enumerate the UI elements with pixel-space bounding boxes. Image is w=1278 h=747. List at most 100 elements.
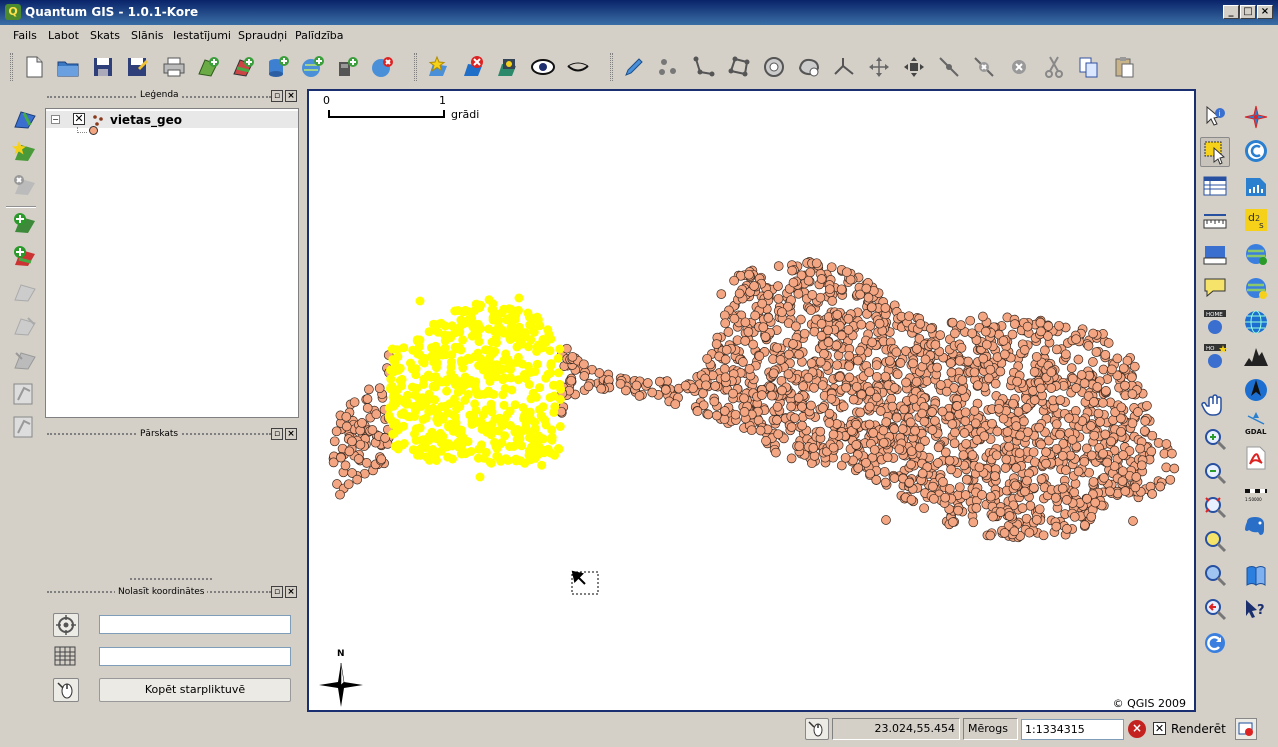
layer-tool-disabled-3-icon[interactable] xyxy=(10,346,38,374)
georeferencer-icon[interactable] xyxy=(1242,274,1270,302)
cut-features-icon[interactable] xyxy=(1041,54,1067,80)
attribute-table-icon[interactable] xyxy=(1201,172,1229,200)
menu-slanis[interactable]: Slānis xyxy=(131,29,164,42)
menu-iestatijumi[interactable]: Iestatījumi xyxy=(173,29,231,42)
gps-import-icon[interactable] xyxy=(1242,172,1270,200)
map-tips-icon[interactable] xyxy=(1201,274,1229,302)
layer-visibility-checkbox[interactable]: ✕ xyxy=(73,113,85,125)
zoom-to-selection-icon[interactable] xyxy=(1201,527,1229,555)
menu-fails[interactable]: Fails xyxy=(13,29,37,42)
refresh-icon[interactable] xyxy=(1201,629,1229,657)
layer-tool-disabled-5-icon[interactable] xyxy=(10,413,38,441)
menu-skats[interactable]: Skats xyxy=(90,29,120,42)
move-feature-icon[interactable] xyxy=(866,54,892,80)
select-features-icon[interactable] xyxy=(1200,137,1230,167)
dock-float-icon[interactable]: ▫ xyxy=(271,586,283,598)
add-wms-layer-icon[interactable] xyxy=(299,54,325,80)
add-wfs-icon[interactable] xyxy=(10,138,38,166)
save-project-icon[interactable] xyxy=(90,54,116,80)
stop-render-icon[interactable]: × xyxy=(1128,720,1146,738)
whats-this-help-icon[interactable]: ? xyxy=(1242,596,1270,624)
coordinate-capture-icon[interactable] xyxy=(1242,103,1270,131)
dock-close-icon[interactable]: × xyxy=(285,428,297,440)
collapse-toggle-icon[interactable]: − xyxy=(51,115,60,124)
dock-close-icon[interactable]: × xyxy=(285,90,297,102)
dock-float-icon[interactable]: ▫ xyxy=(271,90,283,102)
open-project-icon[interactable] xyxy=(55,54,81,80)
print-icon[interactable] xyxy=(161,54,187,80)
delete-selected-icon[interactable] xyxy=(1006,54,1032,80)
copyright-label-plugin-icon[interactable] xyxy=(1242,137,1270,165)
add-raster-red-icon[interactable] xyxy=(10,243,38,271)
copy-features-icon[interactable] xyxy=(1076,54,1102,80)
scale-input[interactable]: 1:1334315 xyxy=(1021,719,1124,740)
add-vertex-icon[interactable] xyxy=(936,54,962,80)
copy-to-clipboard-button[interactable]: Kopēt starpliktuvē xyxy=(99,678,291,702)
add-vector-icon[interactable] xyxy=(10,105,38,133)
dock-float-icon[interactable]: ▫ xyxy=(271,428,283,440)
remove-layer-disabled-icon[interactable] xyxy=(10,172,38,200)
new-project-icon[interactable] xyxy=(21,54,47,80)
globe-icon[interactable] xyxy=(1242,308,1270,336)
north-arrow-plugin-icon[interactable] xyxy=(1242,376,1270,404)
map-canvas[interactable]: 0 1 grādi N © QGIS 2009 xyxy=(307,89,1196,712)
menu-palidziba[interactable]: Palīdzība xyxy=(295,29,344,42)
paste-features-icon[interactable] xyxy=(1111,54,1137,80)
add-ring-icon[interactable] xyxy=(761,54,787,80)
capture-coord-button[interactable] xyxy=(53,613,79,637)
close-button[interactable]: × xyxy=(1257,5,1273,19)
identify-features-icon[interactable]: i xyxy=(1201,103,1229,131)
zoom-full-icon[interactable] xyxy=(1201,493,1229,521)
coord-dock-header[interactable]: Nolasīt koordinātes ▫ × xyxy=(45,585,299,599)
add-spatialite-layer-icon[interactable] xyxy=(334,54,360,80)
legend-dock-header[interactable]: Leģenda ▫ × xyxy=(45,90,299,104)
show-bookmarks-icon[interactable] xyxy=(495,54,521,80)
layer-tool-disabled-4-icon[interactable] xyxy=(10,380,38,408)
remove-bookmark-icon[interactable] xyxy=(460,54,486,80)
new-bookmark-home-icon[interactable]: HOME xyxy=(1201,308,1229,336)
render-checkbox[interactable]: ✕ xyxy=(1153,722,1166,735)
help-book-icon[interactable] xyxy=(1242,562,1270,590)
capture-point-icon[interactable] xyxy=(655,54,681,80)
add-raster-layer-icon[interactable] xyxy=(230,54,256,80)
coord-field-1[interactable] xyxy=(99,615,291,634)
coord-field-2[interactable] xyxy=(99,647,291,666)
layer-tool-disabled-2-icon[interactable] xyxy=(10,312,38,340)
measure-area-icon[interactable] xyxy=(1201,240,1229,268)
measure-line-icon[interactable] xyxy=(1201,206,1229,234)
overview-dock-header[interactable]: Pārskats ▫ × xyxy=(45,427,299,441)
dock-close-icon[interactable]: × xyxy=(285,586,297,598)
split-features-icon[interactable] xyxy=(831,54,857,80)
legend-layer-row[interactable]: − ✕ vietas_geo xyxy=(46,111,298,128)
mouse-capture-button[interactable] xyxy=(53,678,79,702)
layer-tool-disabled-1-icon[interactable] xyxy=(10,278,38,306)
save-as-icon[interactable] xyxy=(124,54,150,80)
postgis-plugin-icon[interactable] xyxy=(1242,512,1270,540)
new-bookmark-icon[interactable] xyxy=(425,54,451,80)
move-vertex-icon[interactable] xyxy=(901,54,927,80)
pdf-export-icon[interactable] xyxy=(1242,444,1270,472)
zoom-in-icon[interactable] xyxy=(1201,425,1229,453)
delimited-text-icon[interactable]: d2s xyxy=(1242,206,1270,234)
menu-spraudni[interactable]: Spraudņi xyxy=(238,29,287,42)
add-vector-layer-icon[interactable] xyxy=(195,54,221,80)
add-island-icon[interactable] xyxy=(796,54,822,80)
menu-labot[interactable]: Labot xyxy=(48,29,79,42)
projection-status-icon[interactable] xyxy=(1235,718,1257,740)
zoom-to-layer-icon[interactable] xyxy=(1201,561,1229,589)
delete-vertex-icon[interactable] xyxy=(971,54,997,80)
home-bookmark-icon[interactable]: HO xyxy=(1201,342,1229,370)
capture-line-icon[interactable] xyxy=(691,54,717,80)
pan-hand-icon[interactable] xyxy=(1201,392,1229,420)
toggle-editing-icon[interactable] xyxy=(621,54,647,80)
grass-tools-icon[interactable] xyxy=(1242,342,1270,370)
scale-bar-plugin-icon[interactable]: 1:50000 xyxy=(1242,478,1270,506)
toggle-extents-button[interactable] xyxy=(805,718,829,740)
add-wfs-plugin-icon[interactable] xyxy=(1242,240,1270,268)
show-all-layers-icon[interactable] xyxy=(530,54,556,80)
capture-polygon-icon[interactable] xyxy=(726,54,752,80)
zoom-last-icon[interactable] xyxy=(1201,595,1229,623)
add-layer-green-icon[interactable] xyxy=(10,210,38,238)
hide-all-layers-icon[interactable] xyxy=(565,54,591,80)
remove-layer-icon[interactable] xyxy=(369,54,395,80)
